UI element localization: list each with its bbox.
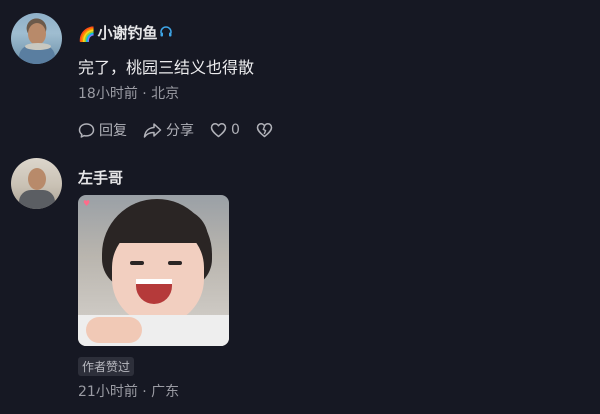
avatar-face	[28, 168, 46, 190]
broken-heart-icon	[256, 123, 273, 138]
headphones-icon	[159, 25, 173, 43]
like-button[interactable]: 0	[210, 122, 240, 138]
avatar-body	[19, 190, 55, 209]
avatar-face	[28, 23, 46, 45]
username[interactable]: 🌈 小谢钓鱼	[78, 22, 173, 43]
image-eye	[168, 261, 182, 265]
dislike-button[interactable]	[256, 122, 277, 138]
like-count: 0	[231, 122, 240, 138]
image-hand	[86, 317, 142, 343]
comment-actions: 回复 分享 0	[78, 121, 277, 139]
comment-item: 🌈 小谢钓鱼 完了，桃园三结义也得散 18小时前 · 北京 回复 分享 0	[0, 0, 600, 150]
share-label: 分享	[166, 123, 194, 139]
reply-label: 回复	[99, 123, 127, 139]
comment-meta: 18小时前 · 北京	[78, 86, 180, 102]
author-liked-badge: 作者赞过	[78, 357, 135, 376]
rainbow-emoji: 🌈	[78, 27, 96, 43]
share-button[interactable]: 分享	[143, 120, 194, 140]
username[interactable]: 左手哥	[78, 167, 123, 188]
share-icon	[143, 122, 162, 138]
comment-meta: 21小时前 · 广东	[78, 384, 180, 400]
heart-icon: ♥	[83, 199, 91, 208]
image-bangs	[108, 209, 208, 243]
avatar[interactable]	[11, 158, 62, 209]
image-eye	[130, 261, 144, 265]
sticker-image[interactable]: ♥	[78, 195, 229, 346]
reply-button[interactable]: 回复	[78, 120, 127, 140]
username-text: 小谢钓鱼	[97, 24, 158, 42]
heart-icon	[210, 123, 227, 138]
reply-icon	[78, 122, 95, 138]
avatar[interactable]	[11, 13, 62, 64]
comment-list: 🌈 小谢钓鱼 完了，桃园三结义也得散 18小时前 · 北京 回复 分享 0 左手…	[0, 0, 600, 414]
comment-item: 左手哥 ♥ 作者赞过 21小时前 · 广东	[0, 150, 600, 414]
avatar-fish	[25, 43, 51, 50]
comment-text: 完了，桃园三结义也得散	[78, 58, 255, 77]
